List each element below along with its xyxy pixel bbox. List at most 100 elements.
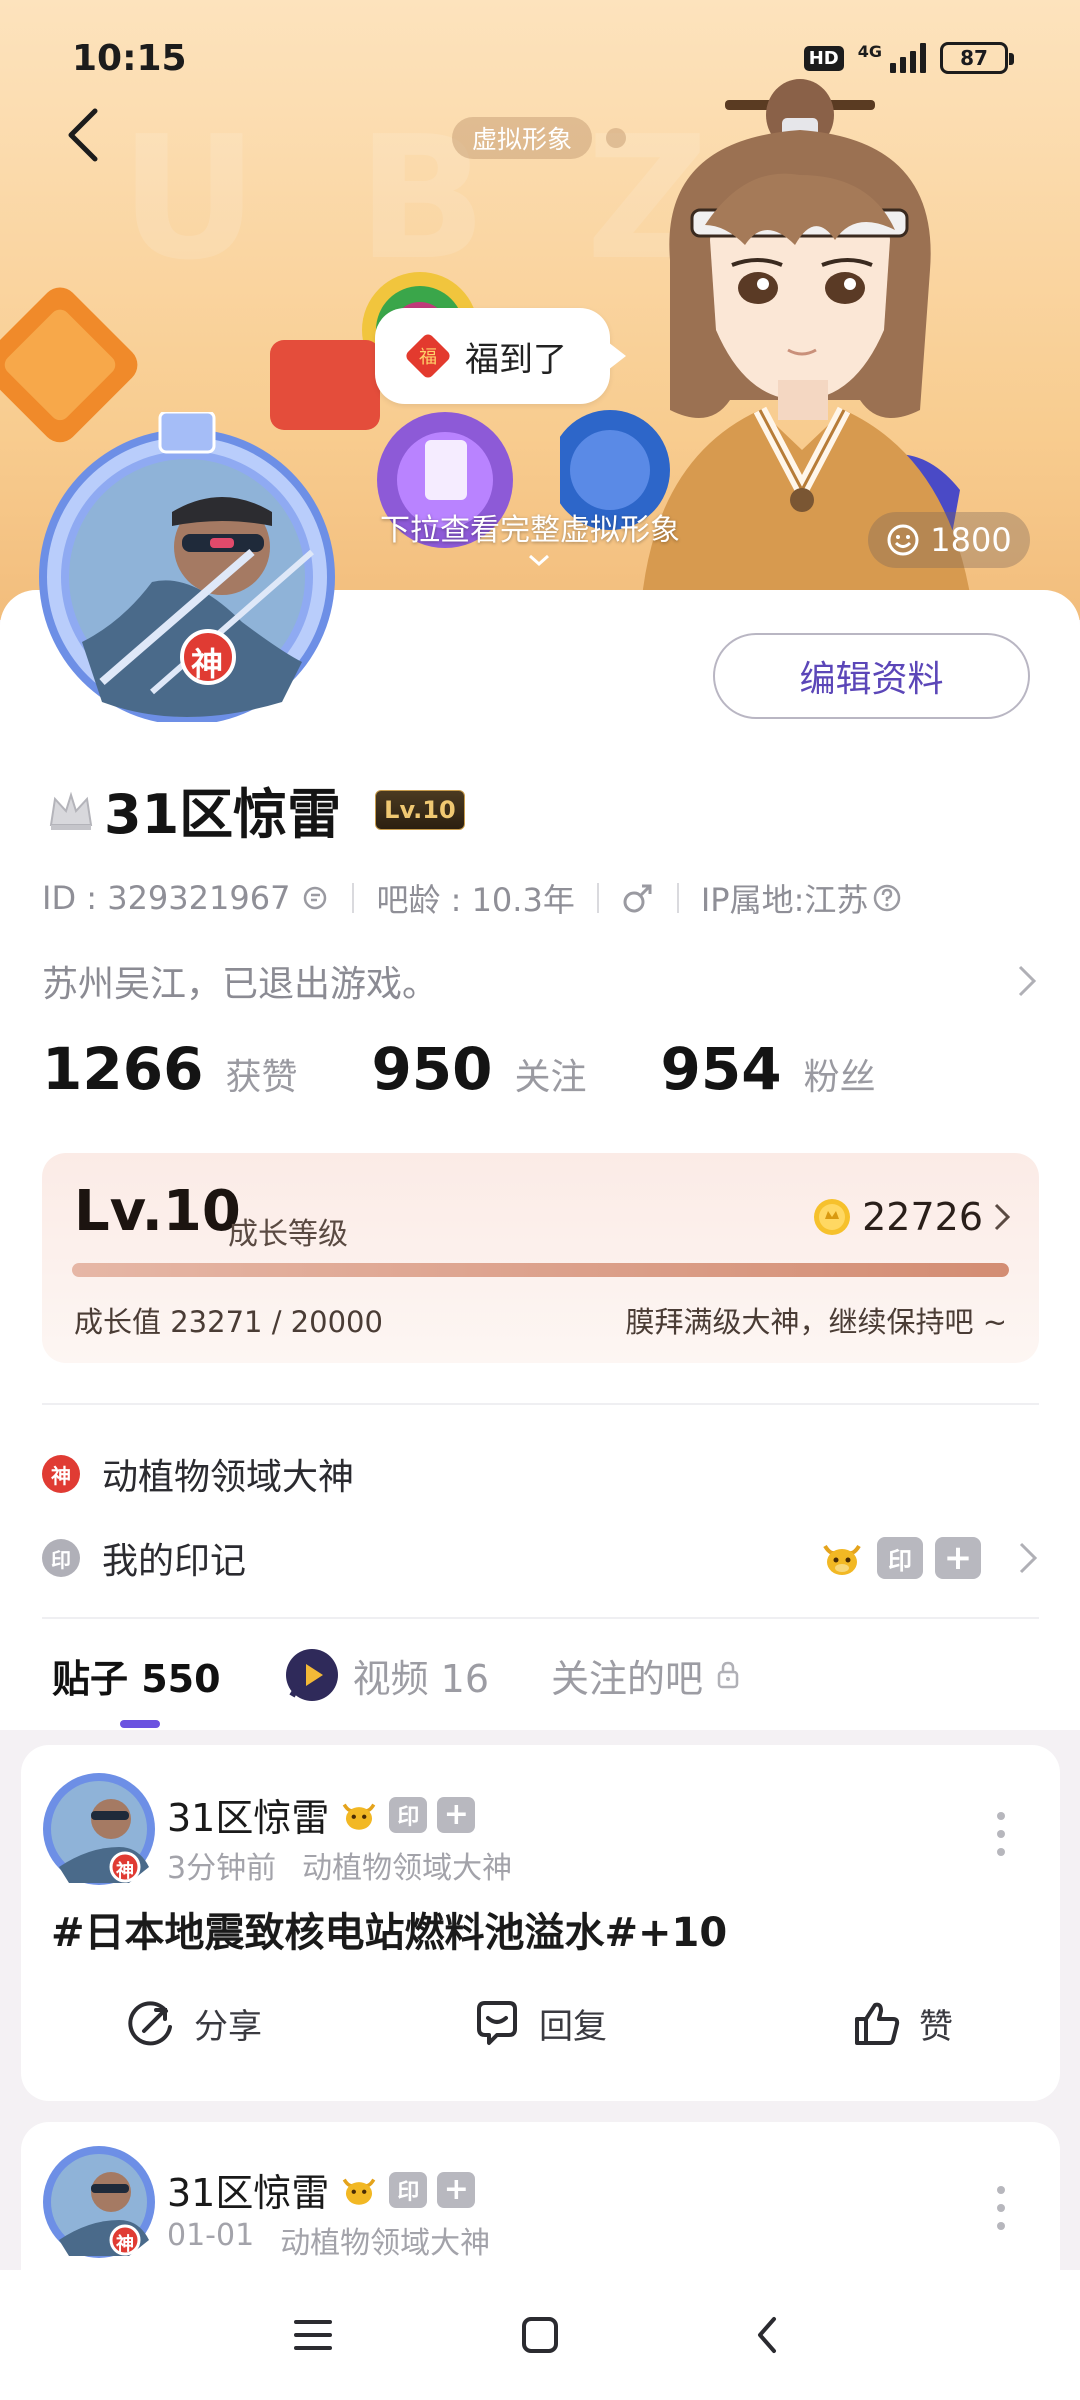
pull-down-hint: 下拉查看完整虚拟形象 [380, 513, 680, 548]
fortune-char: 福 [419, 347, 437, 368]
meta-divider [676, 883, 679, 913]
like-label: 赞 [919, 2006, 953, 2047]
system-nav-bar [0, 2270, 1080, 2400]
tab-followed-bars-label: 关注的吧 [551, 1656, 704, 1701]
more-options-icon[interactable] [996, 1812, 1006, 1856]
section-divider [42, 1403, 1039, 1405]
virtual-avatar-pill[interactable]: 虚拟形象 [452, 117, 593, 159]
growth-tip: 膜拜满级大神，继续保持吧 ~ [625, 1305, 1007, 1339]
tab-videos[interactable]: 视频 16 [283, 1646, 489, 1704]
post-card[interactable]: 神 31区惊雷 印 + 3分钟前 动植物领域大神 #日本地震致核电站燃料池溢水#… [21, 1745, 1060, 2101]
post-meta: 01-01 动植物领域大神 [167, 2218, 490, 2262]
avatar[interactable]: 神 [22, 410, 362, 725]
coin-balance[interactable]: 22726 [812, 1195, 1011, 1239]
stat-fans[interactable]: 954 粉丝 [661, 1035, 876, 1103]
growth-level-label: 成长等级 [228, 1217, 348, 1252]
avatar-pill-dot [606, 128, 626, 148]
tab-followed-bars[interactable]: 关注的吧 [551, 1648, 741, 1703]
speech-bubble[interactable]: 福 福到了 [375, 308, 626, 404]
avatar-likes-count: 1800 [930, 521, 1012, 559]
honor-god-label: 动植物领域大神 [102, 1457, 355, 1498]
stat-label: 粉丝 [803, 1057, 876, 1098]
growth-level-card[interactable]: Lv.10 成长等级 22726 成长值 23271 / 20000 膜拜满级大… [42, 1153, 1039, 1363]
bar-age: 吧龄 : 10.3年 [376, 881, 575, 919]
post-author-name: 31区惊雷 [167, 2171, 330, 2215]
nav-menu-button[interactable] [273, 2295, 353, 2375]
tab-videos-label: 视频 16 [352, 1656, 489, 1701]
network-type: 4G [857, 41, 882, 61]
battery-icon: 87 [940, 42, 1014, 74]
video-play-icon [285, 1649, 338, 1701]
help-icon[interactable] [872, 883, 902, 913]
like-button[interactable]: 赞 [851, 1997, 953, 2049]
god-badge: 神 [191, 645, 224, 683]
chevron-right-icon [1018, 965, 1037, 997]
signal-icon [890, 43, 926, 73]
stat-likes[interactable]: 1266 获赞 [42, 1035, 297, 1103]
growth-value: 成长值 23271 / 20000 [74, 1305, 383, 1339]
post-author[interactable]: 31区惊雷 印 + [167, 2162, 476, 2217]
stat-number: 1266 [42, 1035, 204, 1103]
avatar-likes-pill[interactable]: 1800 [868, 512, 1030, 568]
share-button[interactable]: 分享 [126, 1997, 262, 2049]
more-options-icon[interactable] [996, 2186, 1006, 2230]
smile-icon [887, 524, 919, 556]
battery-level: 87 [960, 46, 988, 70]
back-arrow-icon [757, 2317, 776, 2353]
stamp-badge: 印 [877, 1537, 923, 1579]
hd-icon: HD [803, 45, 844, 71]
coin-icon [814, 1199, 851, 1235]
post-time: 01-01 [167, 2218, 255, 2253]
stamp-badge: 印 [389, 2171, 428, 2208]
copy-icon[interactable] [300, 883, 330, 913]
add-stamp-badge[interactable]: + [935, 1537, 981, 1579]
bull-badge-icon [343, 2178, 376, 2205]
comment-icon [477, 2001, 517, 2045]
male-icon [623, 884, 652, 913]
post-author-avatar[interactable] [39, 2140, 179, 2270]
nav-home-button[interactable] [500, 2295, 580, 2375]
stamp-icon: 印 [42, 1539, 80, 1577]
post-author-name: 31区惊雷 [167, 1796, 330, 1840]
menu-icon [294, 2320, 333, 2350]
back-button[interactable] [48, 100, 118, 170]
bull-badge-icon [823, 1544, 861, 1575]
stat-number: 954 [660, 1035, 782, 1103]
honor-god-row[interactable]: 神 动植物领域大神 [42, 1448, 1039, 1500]
home-square-icon [521, 2317, 558, 2353]
tab-posts[interactable]: 贴子 550 [52, 1648, 221, 1728]
nav-back-button[interactable] [727, 2295, 807, 2375]
stat-label: 获赞 [225, 1057, 298, 1098]
post-author-avatar[interactable] [39, 1767, 179, 1897]
reply-label: 回复 [539, 2006, 607, 2047]
stamp-badge: 印 [389, 1796, 428, 1833]
thumbs-up-icon [855, 2002, 900, 2045]
section-divider [42, 1617, 1039, 1619]
growth-level: Lv.10 [74, 1179, 241, 1244]
profile-tabs: 贴子 550 视频 16 关注的吧 [52, 1630, 1032, 1728]
meta-divider [352, 883, 355, 913]
post-time: 3分钟前 [167, 1851, 277, 1886]
post-avatar-badge: 神 [116, 1861, 134, 1882]
growth-progress-fill [72, 1263, 1009, 1277]
bio-row[interactable]: 苏州吴江，已退出游戏。 [42, 955, 1038, 1007]
post-tag: 动植物领域大神 [280, 2226, 491, 2261]
post-title[interactable]: #日本地震致核电站燃料池溢水#+10 [51, 1900, 727, 1958]
fortune-envelope-icon: 福 [406, 334, 450, 378]
add-stamp-badge: + [437, 2171, 476, 2208]
stat-following[interactable]: 950 关注 [371, 1035, 586, 1103]
reply-button[interactable]: 回复 [471, 1997, 607, 2049]
add-stamp-badge: + [437, 1796, 476, 1833]
post-avatar-badge: 神 [116, 2234, 134, 2255]
my-stamps-row[interactable]: 印 我的印记 印 + [42, 1532, 1039, 1584]
edit-profile-button[interactable]: 编辑资料 [713, 633, 1030, 719]
share-label: 分享 [194, 2006, 262, 2047]
post-meta: 3分钟前 动植物领域大神 [167, 1843, 512, 1887]
bubble-text: 福到了 [465, 339, 567, 380]
stats-row: 1266 获赞 950 关注 954 粉丝 [42, 1035, 950, 1103]
status-bar: 10:15 HD 4G 87 [0, 0, 1080, 116]
chevron-right-icon [1019, 1542, 1038, 1574]
coin-count: 22726 [862, 1195, 983, 1239]
post-author[interactable]: 31区惊雷 印 + [167, 1787, 476, 1842]
stat-number: 950 [371, 1035, 493, 1103]
